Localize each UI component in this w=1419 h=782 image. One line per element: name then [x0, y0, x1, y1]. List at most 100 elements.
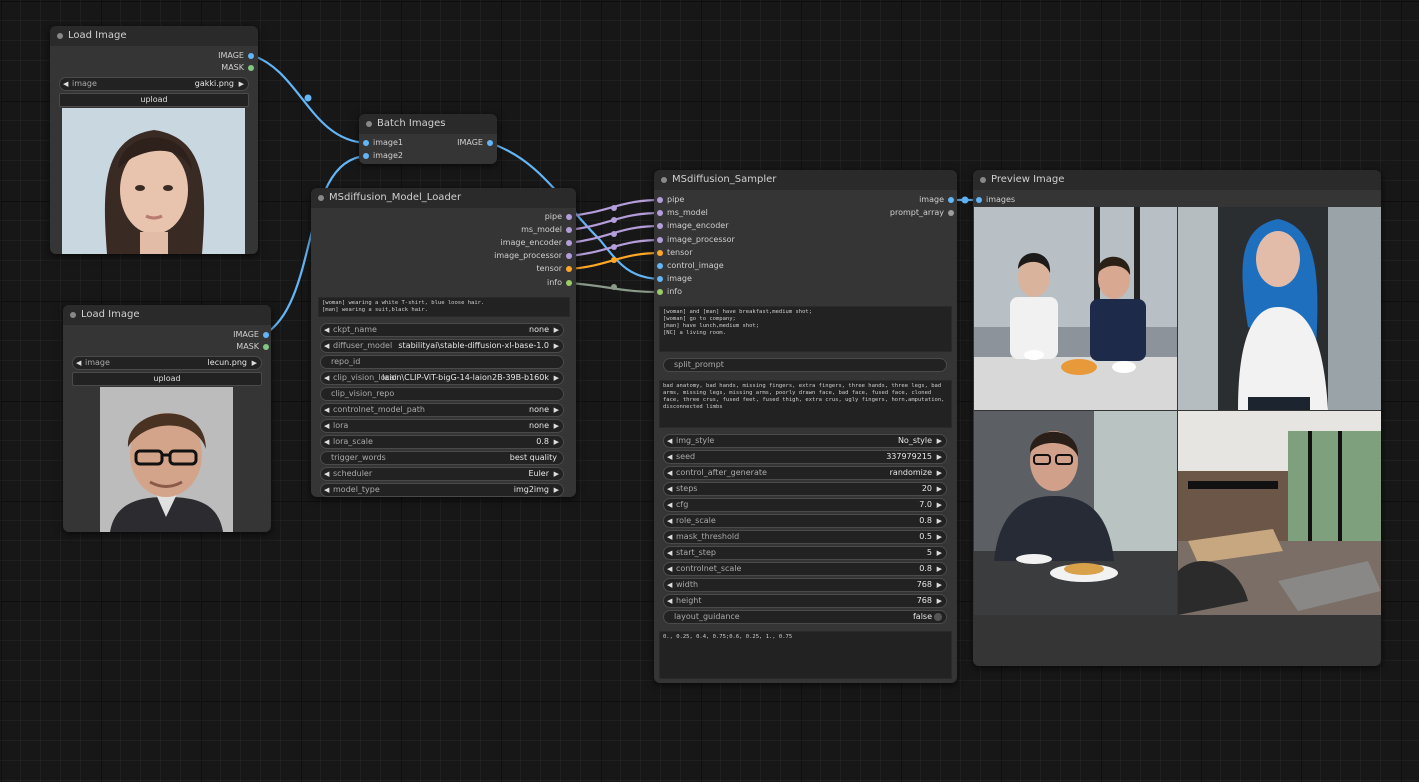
preview-image-grid[interactable] — [974, 207, 1381, 615]
node-title-bar[interactable]: Load Image — [63, 305, 271, 325]
split-prompt-input[interactable]: split_prompt — [663, 358, 947, 372]
collapse-dot-icon[interactable] — [980, 177, 986, 183]
input-image-processor[interactable]: image_processor — [657, 235, 735, 245]
input-dot-icon[interactable] — [657, 263, 663, 269]
output-dot-icon[interactable] — [566, 227, 572, 233]
role-scale-stepper[interactable]: ◀ role_scale 0.8 ▶ — [663, 514, 947, 528]
diffuser-model-select[interactable]: ◀ diffuser_model stabilityai\stable-diffus… — [320, 339, 564, 353]
controlnet-scale-stepper[interactable]: ◀ controlnet_scale 0.8 ▶ — [663, 562, 947, 576]
arrow-right-icon[interactable]: ▶ — [937, 435, 942, 447]
arrow-left-icon[interactable]: ◀ — [667, 547, 672, 559]
collapse-dot-icon[interactable] — [366, 121, 372, 127]
output-dot-icon[interactable] — [566, 240, 572, 246]
output-image[interactable]: IMAGE — [233, 330, 269, 340]
sampler-node[interactable]: MSdiffusion_Sampler pipe ms_model image_… — [654, 170, 957, 683]
width-stepper[interactable]: ◀ width 768 ▶ — [663, 578, 947, 592]
arrow-right-icon[interactable]: ▶ — [937, 483, 942, 495]
image-select[interactable]: ◀ image gakki.png ▶ — [59, 77, 249, 91]
guidance-box-textarea[interactable]: 0., 0.25, 0.4, 0.75;0.6, 0.25, 1., 0.75 — [659, 631, 952, 679]
output-mask[interactable]: MASK — [236, 342, 269, 352]
arrow-right-icon[interactable]: ▶ — [554, 468, 559, 480]
image-select[interactable]: ◀ image lecun.png ▶ — [72, 356, 262, 370]
arrow-left-icon[interactable]: ◀ — [324, 484, 329, 496]
input-control-image[interactable]: control_image — [657, 261, 724, 271]
collapse-dot-icon[interactable] — [661, 177, 667, 183]
img-style-select[interactable]: ◀ img_style No_style ▶ — [663, 434, 947, 448]
scheduler-select[interactable]: ◀ scheduler Euler ▶ — [320, 467, 564, 481]
input-image-encoder[interactable]: image_encoder — [657, 221, 729, 231]
node-title-bar[interactable]: Batch Images — [359, 114, 497, 134]
arrow-left-icon[interactable]: ◀ — [667, 435, 672, 447]
output-dot-icon[interactable] — [263, 332, 269, 338]
seed-stepper[interactable]: ◀ seed 337979215 ▶ — [663, 450, 947, 464]
toggle-knob-icon[interactable] — [934, 613, 942, 621]
arrow-left-icon[interactable]: ◀ — [667, 515, 672, 527]
preview-cell-living-room[interactable] — [1178, 411, 1381, 615]
arrow-left-icon[interactable]: ◀ — [667, 531, 672, 543]
node-title-bar[interactable]: MSdiffusion_Model_Loader — [311, 188, 576, 208]
arrow-left-icon[interactable]: ◀ — [667, 483, 672, 495]
controlnet-model-path-select[interactable]: ◀ controlnet_model_path none ▶ — [320, 403, 564, 417]
input-dot-icon[interactable] — [657, 289, 663, 295]
batch-images-node[interactable]: Batch Images image1 image2 IMAGE — [359, 114, 497, 164]
load-image-node-2[interactable]: Load Image IMAGE MASK ◀ image lecun.png … — [63, 305, 271, 532]
character-prompt-textarea[interactable]: [woman] wearing a white T-shirt, blue lo… — [318, 297, 570, 317]
output-dot-icon[interactable] — [948, 197, 954, 203]
collapse-dot-icon[interactable] — [318, 195, 324, 201]
upload-button[interactable]: upload — [59, 93, 249, 107]
output-dot-icon[interactable] — [248, 65, 254, 71]
arrow-right-icon[interactable]: ▶ — [937, 595, 942, 607]
arrow-right-icon[interactable]: ▶ — [937, 467, 942, 479]
arrow-right-icon[interactable]: ▶ — [554, 484, 559, 496]
preview-cell-woman[interactable] — [1178, 207, 1381, 410]
preview-image-node[interactable]: Preview Image images — [973, 170, 1381, 666]
input-info[interactable]: info — [657, 287, 682, 297]
arrow-left-icon[interactable]: ◀ — [324, 404, 329, 416]
lora-scale-stepper[interactable]: ◀ lora_scale 0.8 ▶ — [320, 435, 564, 449]
output-dot-icon[interactable] — [566, 266, 572, 272]
input-dot-icon[interactable] — [657, 197, 663, 203]
arrow-left-icon[interactable]: ◀ — [324, 420, 329, 432]
output-info[interactable]: info — [547, 278, 572, 288]
input-dot-icon[interactable] — [363, 140, 369, 146]
output-image[interactable]: image — [919, 195, 954, 205]
arrow-right-icon[interactable]: ▶ — [554, 420, 559, 432]
input-tensor[interactable]: tensor — [657, 248, 692, 258]
arrow-left-icon[interactable]: ◀ — [76, 357, 81, 369]
collapse-dot-icon[interactable] — [57, 33, 63, 39]
arrow-right-icon[interactable]: ▶ — [554, 340, 559, 352]
height-stepper[interactable]: ◀ height 768 ▶ — [663, 594, 947, 608]
arrow-right-icon[interactable]: ▶ — [554, 324, 559, 336]
node-title-bar[interactable]: Preview Image — [973, 170, 1381, 190]
arrow-left-icon[interactable]: ◀ — [324, 340, 329, 352]
node-title-bar[interactable]: Load Image — [50, 26, 258, 46]
output-image-encoder[interactable]: image_encoder — [501, 238, 572, 248]
output-dot-icon[interactable] — [566, 253, 572, 259]
input-images[interactable]: images — [976, 195, 1015, 205]
input-image[interactable]: image — [657, 274, 692, 284]
input-dot-icon[interactable] — [657, 250, 663, 256]
arrow-left-icon[interactable]: ◀ — [324, 436, 329, 448]
arrow-left-icon[interactable]: ◀ — [667, 499, 672, 511]
node-title-bar[interactable]: MSdiffusion_Sampler — [654, 170, 957, 190]
output-image[interactable]: IMAGE — [457, 138, 493, 148]
arrow-left-icon[interactable]: ◀ — [667, 563, 672, 575]
output-image-processor[interactable]: image_processor — [494, 251, 572, 261]
arrow-right-icon[interactable]: ▶ — [937, 499, 942, 511]
arrow-left-icon[interactable]: ◀ — [667, 467, 672, 479]
model-loader-node[interactable]: MSdiffusion_Model_Loader pipe ms_model i… — [311, 188, 576, 497]
output-mask[interactable]: MASK — [221, 63, 254, 73]
arrow-left-icon[interactable]: ◀ — [667, 595, 672, 607]
arrow-right-icon[interactable]: ▶ — [554, 404, 559, 416]
layout-guidance-toggle[interactable]: layout_guidance false — [663, 610, 947, 624]
output-dot-icon[interactable] — [248, 53, 254, 59]
input-pipe[interactable]: pipe — [657, 195, 684, 205]
cfg-stepper[interactable]: ◀ cfg 7.0 ▶ — [663, 498, 947, 512]
input-dot-icon[interactable] — [657, 276, 663, 282]
repo-id-input[interactable]: repo_id — [320, 355, 564, 369]
arrow-left-icon[interactable]: ◀ — [324, 372, 329, 384]
arrow-right-icon[interactable]: ▶ — [239, 78, 244, 90]
arrow-right-icon[interactable]: ▶ — [252, 357, 257, 369]
arrow-right-icon[interactable]: ▶ — [937, 547, 942, 559]
output-tensor[interactable]: tensor — [537, 264, 572, 274]
